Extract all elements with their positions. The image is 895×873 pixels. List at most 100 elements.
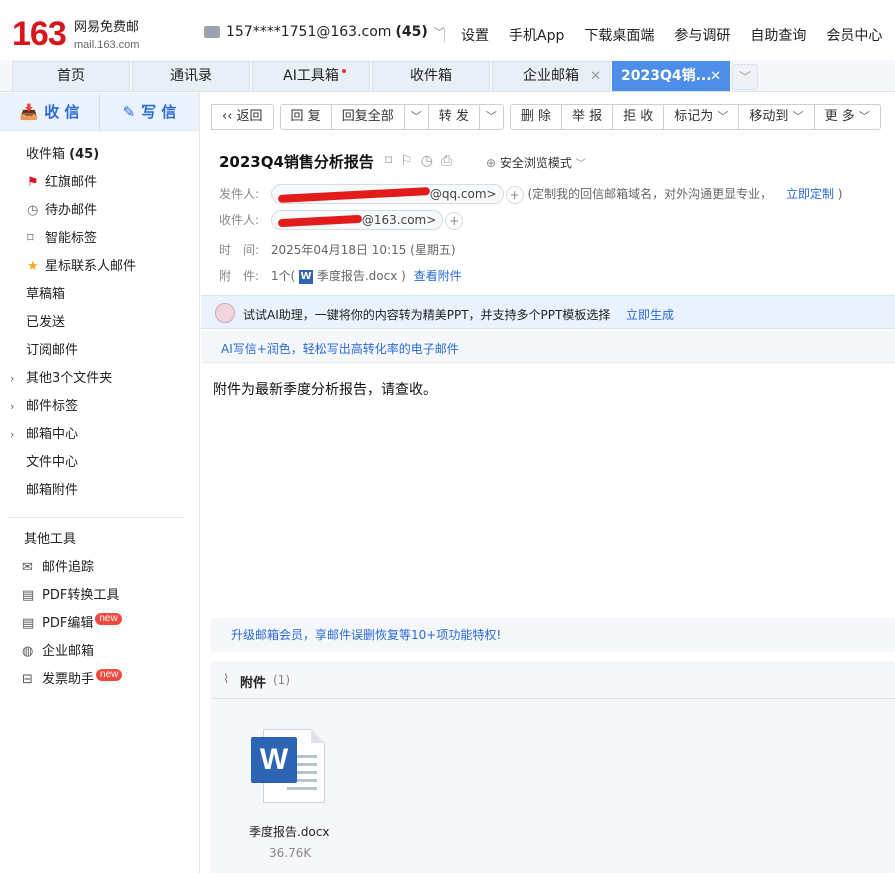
tool-pdf-edit[interactable]: ▤ PDF编辑 new: [0, 610, 199, 638]
safe-browsing-toggle[interactable]: ⊕ 安全浏览模式 ﹀: [486, 154, 586, 171]
bookmark-icon: ⌑: [27, 231, 34, 246]
nav-self-service[interactable]: 自助查询: [750, 25, 806, 45]
attachment-count: 1个(: [270, 269, 296, 283]
membership-promo[interactable]: 升级邮箱会员，享邮件误删恢复等10+项功能特权!: [211, 618, 895, 652]
tab-label: 首页: [57, 68, 85, 84]
tabs-more-dropdown[interactable]: ﹀: [732, 64, 758, 90]
receive-button[interactable]: 📥 收 信: [0, 93, 99, 130]
sidebar-item-inbox[interactable]: 收件箱 (45): [0, 141, 199, 169]
inbox-download-icon: 📥: [19, 102, 39, 121]
sidebar-item-other-folders[interactable]: › 其他3个文件夹: [0, 365, 199, 393]
other-tools-heading: 其他工具: [0, 526, 199, 554]
sidebar-item-subscriptions[interactable]: 订阅邮件: [0, 337, 199, 365]
nav-mobile-app[interactable]: 手机App: [509, 25, 564, 45]
delete-button[interactable]: 删 除: [509, 104, 562, 130]
divider: [8, 517, 183, 518]
tool-label: PDF转换工具: [42, 588, 120, 603]
more-label: 更 多: [824, 109, 855, 124]
notification-dot: [342, 69, 346, 73]
sender-address[interactable]: @qq.com>: [270, 184, 504, 204]
sidebar-item-todo[interactable]: ◷ 待办邮件: [0, 197, 199, 225]
nav-settings[interactable]: 设置: [461, 25, 489, 45]
sidebar-item-mail-tags[interactable]: › 邮件标签: [0, 393, 199, 421]
sidebar-item-starred[interactable]: ★ 星标联系人邮件: [0, 253, 199, 281]
back-button[interactable]: ‹‹ 返回: [211, 104, 274, 130]
tab-ai-tools[interactable]: AI工具箱: [252, 61, 370, 91]
note-close-paren: ): [837, 187, 843, 201]
custom-domain-note: (定制我的回信邮箱域名，对外沟通更显专业，: [527, 187, 773, 201]
attachment-file[interactable]: W: [251, 729, 329, 805]
recipient-row: 收件人: @163.com> +: [219, 210, 464, 230]
generate-now-link[interactable]: 立即生成: [626, 306, 674, 323]
message-toolbar: ‹‹ 返回 回 复 回复全部 ﹀ 转 发 ﹀ 删 除 举 报 拒 收 标记为 ﹀…: [211, 104, 887, 130]
tab-contacts[interactable]: 通讯录: [132, 61, 250, 91]
report-button[interactable]: 举 报: [561, 104, 614, 130]
attachment-filename[interactable]: 季度报告.docx: [249, 823, 329, 840]
tab-inbox[interactable]: 收件箱: [372, 61, 490, 91]
receive-label: 收 信: [44, 103, 80, 121]
tab-enterprise-mail[interactable]: 企业邮箱 ✕: [492, 61, 610, 91]
tool-invoice-assistant[interactable]: ⊟ 发票助手 new: [0, 666, 199, 694]
chevron-down-icon: ﹀: [717, 110, 729, 123]
tool-enterprise-mail[interactable]: ◍ 企业邮箱: [0, 638, 199, 666]
reject-button[interactable]: 拒 收: [613, 104, 665, 130]
add-contact-button[interactable]: +: [445, 211, 464, 230]
write-button[interactable]: ✎ 写 信: [99, 93, 199, 130]
clock-icon[interactable]: ◷: [421, 153, 433, 169]
reply-dropdown[interactable]: ﹀: [404, 104, 429, 130]
bookmark-icon[interactable]: ⌑: [385, 153, 392, 169]
sidebar-item-flagged[interactable]: ⚑ 红旗邮件: [0, 169, 199, 197]
sidebar-item-file-center[interactable]: 文件中心: [0, 449, 199, 477]
forward-button[interactable]: 转 发: [428, 104, 480, 130]
nav-member-center[interactable]: 会员中心: [826, 25, 882, 45]
double-chevron-left-icon: ‹‹: [222, 109, 237, 124]
logo-163[interactable]: 163: [12, 14, 67, 54]
tool-pdf-convert[interactable]: ▤ PDF转换工具: [0, 582, 199, 610]
chevron-right-icon: ›: [10, 428, 15, 441]
sidebar-item-mail-center[interactable]: › 邮箱中心: [0, 421, 199, 449]
tab-bar: 首页 通讯录 AI工具箱 收件箱 企业邮箱 ✕ 2023Q4销... ✕ ﹀: [0, 60, 895, 92]
print-icon[interactable]: ⎙: [441, 153, 452, 169]
chevron-right-icon: ›: [10, 372, 15, 385]
view-attachment-link[interactable]: 查看附件: [414, 269, 462, 283]
pdf-file-icon: ▤: [22, 588, 35, 603]
add-contact-button[interactable]: +: [505, 185, 524, 204]
more-button[interactable]: 更 多 ﹀: [814, 104, 881, 130]
customize-now-link[interactable]: 立即定制: [786, 187, 834, 201]
recipient-address[interactable]: @163.com>: [270, 210, 444, 230]
sender-row: 发件人: @qq.com> + (定制我的回信邮箱域名，对外沟通更显专业， 立即定…: [219, 184, 842, 204]
sidebar-item-mail-attachments[interactable]: 邮箱附件: [0, 477, 199, 505]
nav-survey[interactable]: 参与调研: [674, 25, 730, 45]
message-body: 附件为最新季度分析报告，请查收。: [213, 382, 437, 398]
sidebar-item-drafts[interactable]: 草稿箱: [0, 281, 199, 309]
sidebar-item-smart-tags[interactable]: ⌑ 智能标签: [0, 225, 199, 253]
safe-mode-label: 安全浏览模式: [499, 156, 572, 170]
nav-desktop-download[interactable]: 下载桌面端: [584, 25, 654, 45]
redaction-mark: [277, 186, 430, 203]
attachment-row: 附 件: 1个( W 季度报告.docx ) 查看附件: [219, 267, 462, 284]
sidebar-item-sent[interactable]: 已发送: [0, 309, 199, 337]
time-value: 2025年04月18日 10:15 (星期五): [270, 243, 456, 257]
mark-as-button[interactable]: 标记为 ﹀: [664, 104, 740, 130]
flag-icon[interactable]: ⚐: [400, 153, 413, 169]
tool-label: 发票助手: [42, 672, 95, 687]
from-label: 发件人:: [219, 187, 260, 201]
reply-button[interactable]: 回 复: [279, 104, 332, 130]
account-switcher[interactable]: 157****1751@163.com (45) ﹀: [204, 24, 445, 40]
move-to-button[interactable]: 移动到 ﹀: [739, 104, 815, 130]
tool-mail-tracking[interactable]: ✉ 邮件追踪: [0, 554, 199, 582]
forward-dropdown[interactable]: ﹀: [479, 104, 504, 130]
ai-write-link[interactable]: AI写信+润色，轻松写出高转化率的电子邮件: [221, 340, 459, 357]
tab-home[interactable]: 首页: [12, 61, 130, 91]
attachments-header: ⌇ 附件 (1): [211, 661, 895, 699]
folder-label: 已发送: [26, 315, 66, 330]
new-badge: new: [96, 669, 123, 681]
tab-label: AI工具箱: [283, 68, 339, 84]
reply-all-button[interactable]: 回复全部: [331, 104, 405, 130]
red-flag-icon: ⚑: [27, 175, 39, 190]
tab-label: 2023Q4销...: [621, 68, 712, 84]
close-icon[interactable]: ✕: [710, 62, 721, 91]
tool-label: 邮件追踪: [42, 560, 95, 575]
tab-current-message[interactable]: 2023Q4销... ✕: [612, 61, 730, 91]
close-icon[interactable]: ✕: [590, 62, 601, 91]
